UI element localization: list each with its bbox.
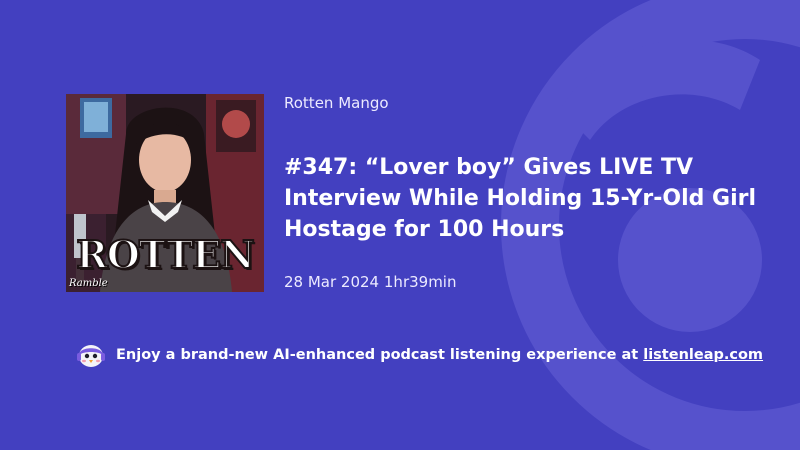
podcast-cover-art[interactable]: ROTTEN Ramble — [66, 94, 264, 292]
episode-date: 28 Mar 2024 — [284, 273, 380, 291]
promo-message: Enjoy a brand-new AI-enhanced podcast li… — [116, 347, 639, 363]
episode-duration: 1hr39min — [383, 273, 457, 291]
promo-banner: Enjoy a brand-new AI-enhanced podcast li… — [76, 342, 763, 368]
episode-meta: 28 Mar 2024 1hr39min — [284, 273, 456, 291]
penguin-logo-icon — [77, 345, 105, 367]
cover-title-text: ROTTEN — [75, 232, 256, 277]
episode-title[interactable]: #347: “Lover boy” Gives LIVE TV Intervie… — [284, 152, 774, 245]
show-name[interactable]: Rotten Mango — [284, 94, 389, 112]
listenleap-link[interactable]: listenleap.com — [643, 347, 763, 363]
promo-text: Enjoy a brand-new AI-enhanced podcast li… — [116, 347, 763, 363]
cover-brand-text: Ramble — [69, 278, 108, 289]
